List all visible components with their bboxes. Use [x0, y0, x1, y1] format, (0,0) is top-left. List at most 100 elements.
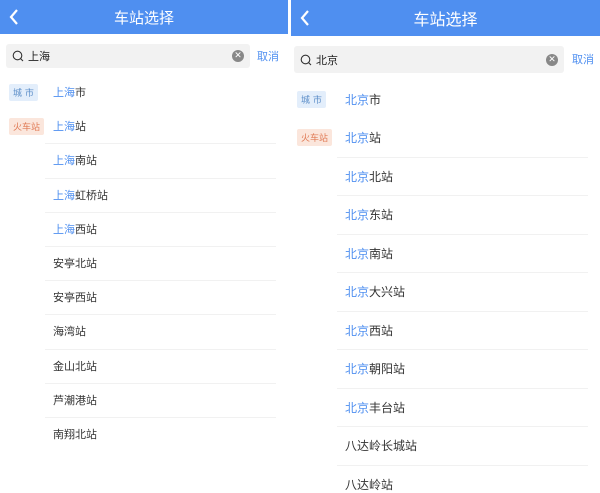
page-title: 车站选择 [413, 10, 478, 29]
station-list-item[interactable]: 上海西站 [0, 221, 276, 237]
station-list-item[interactable]: 北京南站 [291, 245, 588, 261]
station-name: 北京西站 [345, 322, 393, 339]
station-name-match: 北京 [345, 400, 370, 415]
station-name-rest: 金山北站 [53, 359, 97, 373]
divider [337, 310, 588, 312]
divider [45, 245, 276, 247]
station-name-match: 上海 [53, 120, 75, 134]
cancel-button[interactable]: 取消 [257, 48, 279, 64]
divider [45, 348, 276, 350]
station-list-item[interactable]: 海湾站 [0, 323, 276, 339]
station-list-item[interactable]: 北京大兴站 [291, 284, 588, 300]
divider [337, 426, 588, 428]
station-name: 南翔北站 [53, 426, 97, 442]
station-list-item[interactable]: 北京东站 [291, 207, 588, 223]
divider [337, 195, 588, 197]
station-name-rest: 虹桥站 [75, 188, 108, 202]
station-name-match: 上海 [53, 222, 75, 236]
station-select-screen-beijing: 车站选择 北京 ✕ 取消 城 市北京市 火车站 北京站 北京北站 北京东站 北京南站 北京大… [291, 0, 600, 493]
station-list-item[interactable]: 八达岭长城站 [291, 438, 588, 454]
station-list-item[interactable]: 城 市 北京市 [291, 90, 588, 108]
station-name: 八达岭站 [345, 476, 393, 493]
station-name-rest: 安亭西站 [53, 291, 97, 305]
station-list-item[interactable]: 上海虹桥站 [0, 187, 276, 203]
station-name: 上海虹桥站 [53, 187, 108, 203]
station-name-rest: 市 [75, 86, 86, 99]
station-name-match: 北京 [345, 131, 370, 145]
station-name-match: 北京 [345, 208, 370, 222]
station-name: 北京大兴站 [345, 283, 405, 300]
clear-icon[interactable]: ✕ [546, 53, 558, 66]
chevron-left-icon [9, 9, 18, 25]
back-button[interactable] [8, 7, 22, 27]
divider [45, 416, 276, 418]
station-list-item[interactable]: 北京西站 [291, 322, 588, 338]
station-name-match: 北京 [345, 92, 370, 107]
station-list-item[interactable]: 北京北站 [291, 168, 588, 184]
divider [337, 233, 588, 235]
search-input[interactable]: 上海 ✕ [6, 44, 250, 68]
station-name: 上海西站 [53, 221, 97, 237]
city-tag: 城 市 [297, 90, 326, 108]
cancel-button[interactable]: 取消 [572, 51, 594, 67]
divider [337, 156, 588, 158]
station-list-item[interactable]: 安亭北站 [0, 255, 276, 271]
station-name-rest: 东站 [369, 208, 394, 222]
station-name-rest: 芦潮港站 [53, 393, 97, 407]
station-name-rest: 海湾站 [53, 325, 86, 339]
station-name-match: 北京 [345, 323, 370, 338]
station-list-item[interactable]: 金山北站 [0, 358, 276, 374]
divider [45, 280, 276, 282]
station-name-rest: 大兴站 [369, 285, 406, 299]
station-name-match: 上海 [53, 154, 75, 168]
header: 车站选择 [0, 0, 288, 34]
chevron-left-icon [300, 10, 309, 26]
station-name: 芦潮港站 [53, 392, 97, 408]
search-icon [12, 50, 24, 62]
clear-icon[interactable]: ✕ [232, 50, 244, 62]
station-name-rest: 南站 [75, 154, 97, 168]
station-name: 金山北站 [53, 358, 97, 374]
station-list-item[interactable]: 北京丰台站 [291, 399, 588, 415]
divider [45, 314, 276, 316]
station-name-rest: 南站 [369, 246, 394, 261]
divider [45, 382, 276, 384]
station-name: 上海站 [53, 118, 86, 134]
search-value: 北京 [316, 53, 338, 67]
station-name: 安亭北站 [53, 255, 97, 271]
station-list-item[interactable]: 安亭西站 [0, 289, 276, 305]
page-title: 车站选择 [113, 8, 174, 27]
station-name-rest: 站 [75, 120, 86, 134]
station-name-match: 上海 [53, 188, 75, 202]
station-list-item[interactable]: 城 市上海市 [0, 83, 276, 101]
station-name-rest: 八达岭站 [345, 477, 394, 492]
station-list-item[interactable]: 上海南站 [0, 152, 276, 168]
station-name: 北京丰台站 [345, 399, 405, 416]
station-name-rest: 安亭北站 [53, 257, 97, 270]
station-name-match: 北京 [345, 246, 370, 261]
station-list-item[interactable]: 北京朝阳站 [291, 361, 588, 377]
station-name-rest: 南翔北站 [53, 428, 97, 441]
divider [337, 464, 588, 466]
station-name-rest: 西站 [369, 323, 394, 338]
search-input[interactable]: 北京 ✕ [294, 46, 564, 73]
station-list-item[interactable]: 八达岭站 [291, 476, 588, 492]
station-name: 上海市 [53, 84, 86, 100]
back-button[interactable] [299, 8, 313, 28]
station-name: 北京南站 [345, 245, 393, 262]
station-name: 北京站 [345, 129, 381, 146]
station-list-item[interactable]: 火车站 上海站 [0, 117, 276, 135]
station-list-item[interactable]: 南翔北站 [0, 426, 276, 442]
station-name: 北京北站 [345, 168, 393, 185]
divider [337, 349, 588, 351]
divider [45, 211, 276, 213]
station-name: 八达岭长城站 [345, 437, 417, 454]
search-value: 上海 [28, 50, 50, 63]
station-name-rest: 西站 [75, 222, 97, 236]
station-name-match: 上海 [53, 86, 75, 99]
station-list-item[interactable]: 芦潮港站 [0, 392, 276, 408]
train-station-tag: 火车站 [297, 129, 333, 146]
station-list-item[interactable]: 火车站 北京站 [291, 129, 588, 146]
station-select-screen-shanghai: 车站选择 上海 ✕ 取消 城 市上海市 火车站 上海站 上海南站 上海虹桥站 上海西站 安亭… [0, 0, 288, 493]
divider [337, 272, 588, 274]
